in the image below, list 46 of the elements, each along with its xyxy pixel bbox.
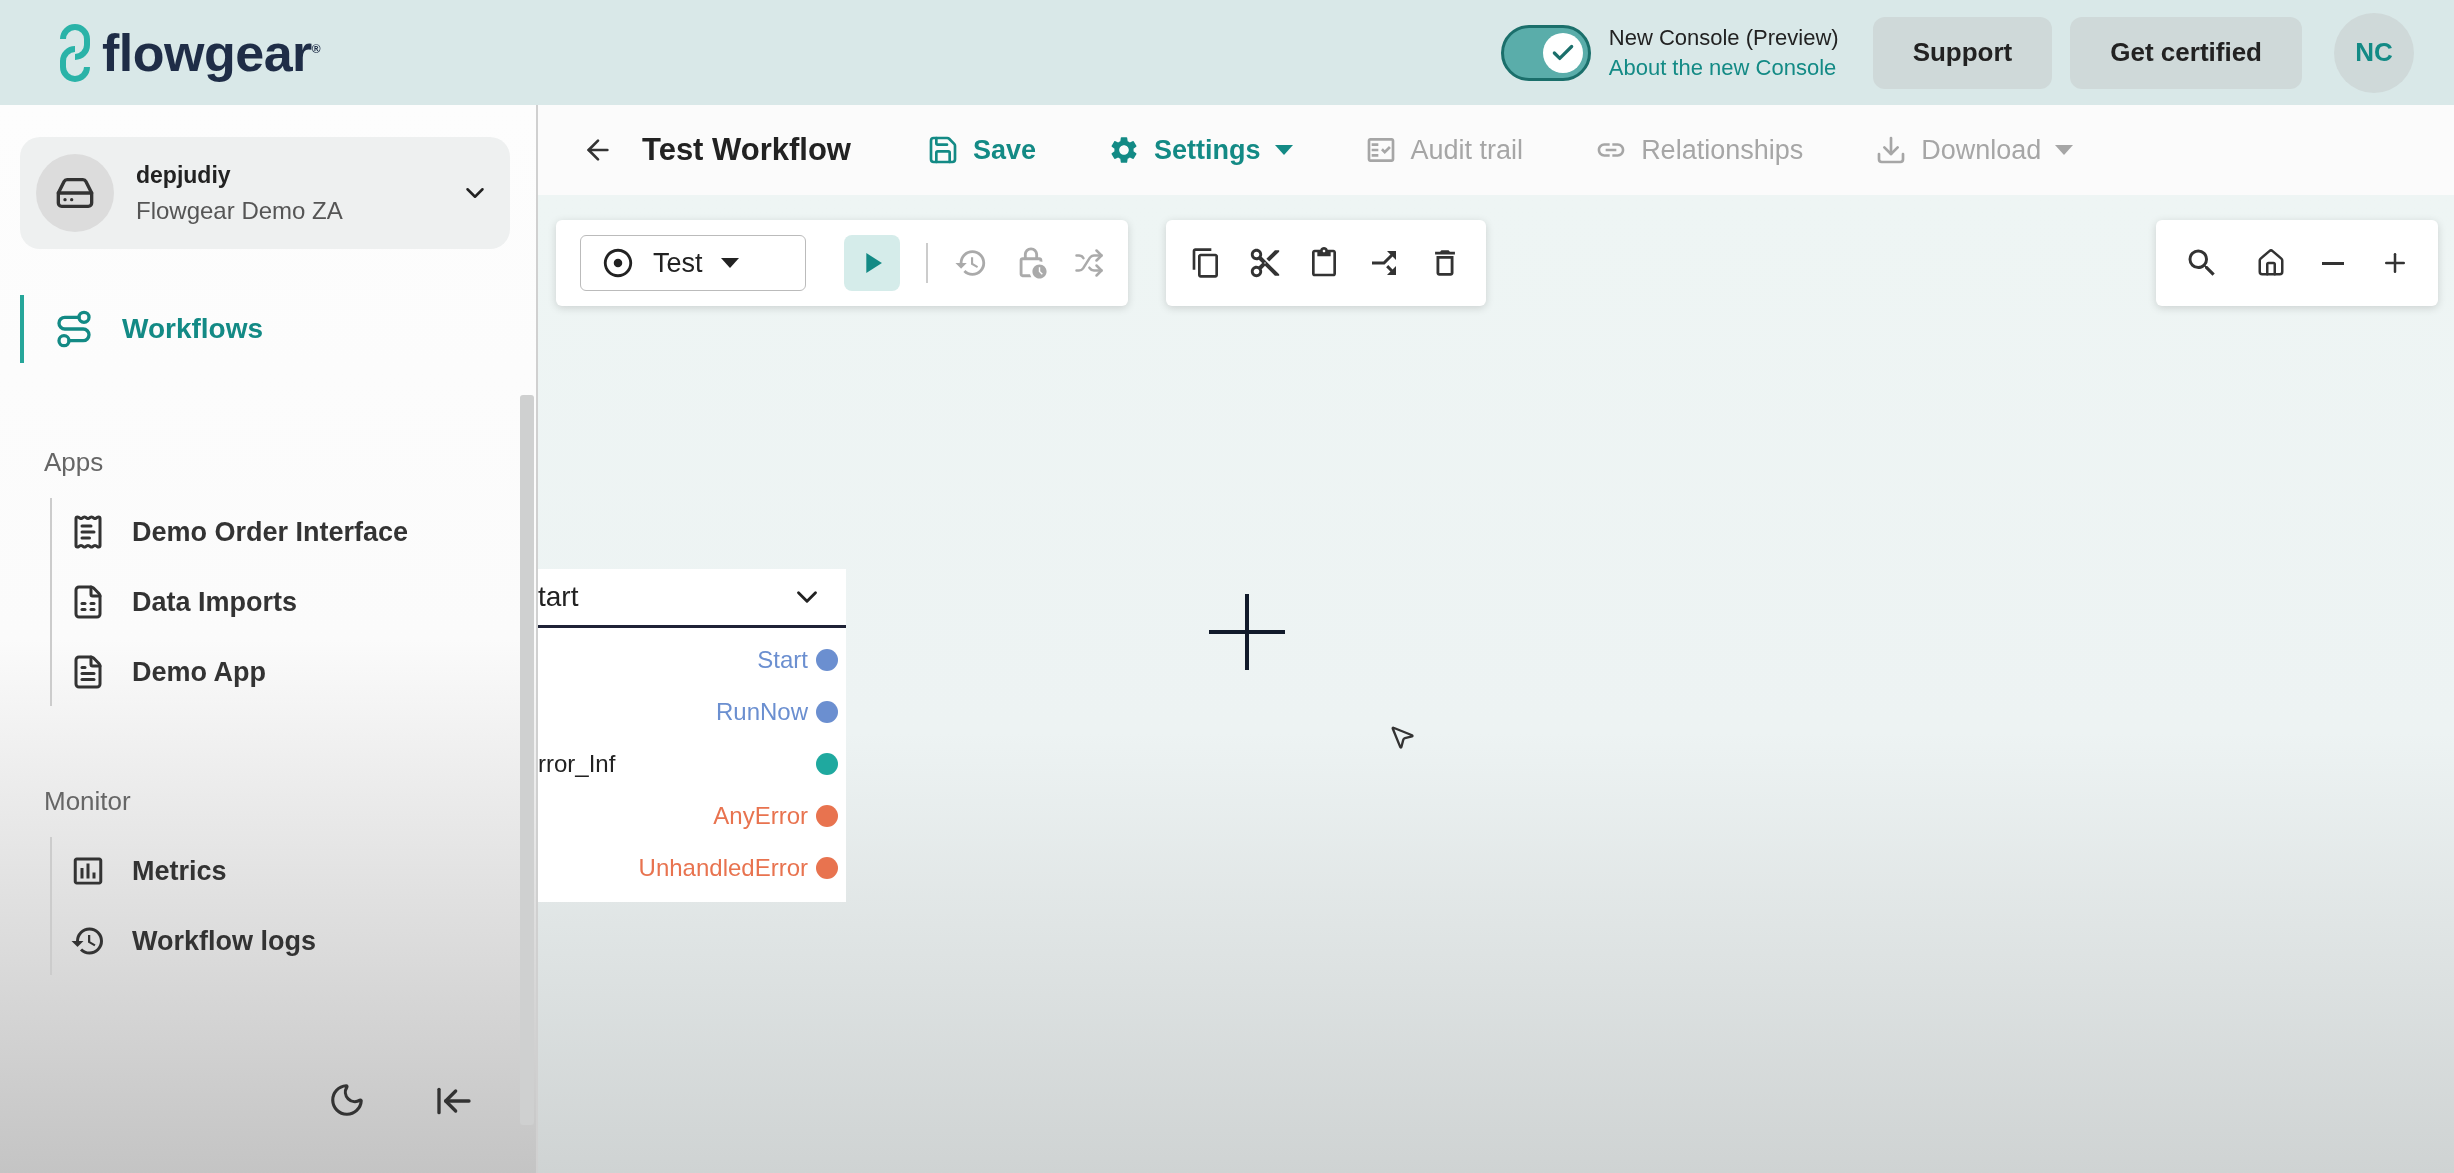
toolbar-action[interactable]: Settings (1108, 134, 1293, 166)
console-label: New Console (Preview) (1608, 24, 1839, 51)
account-switcher[interactable]: depjudiy Flowgear Demo ZA (20, 137, 510, 249)
save-icon (927, 134, 959, 166)
header-button[interactable]: Support (1872, 16, 2053, 89)
section-title: Monitor (44, 786, 132, 817)
port-dot[interactable] (816, 805, 838, 827)
route-icon (54, 309, 94, 349)
caret-icon (720, 258, 739, 268)
account-org: Flowgear Demo ZA (136, 196, 344, 225)
target-icon (601, 246, 635, 280)
console-toggle[interactable] (1500, 24, 1591, 81)
port-dot[interactable] (816, 649, 838, 671)
mode-select[interactable]: Test (580, 235, 806, 291)
port-label: RunNow (714, 698, 808, 726)
sidebar-item[interactable]: Metrics (52, 843, 227, 899)
sidebar-item[interactable]: Demo Order Interface (52, 504, 409, 560)
toolbar-action[interactable]: Save (927, 134, 1037, 166)
sidebar-item[interactable]: Data Imports (52, 574, 298, 630)
caret-icon (1274, 145, 1293, 155)
run-button[interactable] (844, 235, 900, 291)
sidebar-item[interactable]: Workflow logs (52, 913, 316, 969)
port-dot[interactable] (816, 701, 838, 723)
scrollbar[interactable] (520, 395, 534, 1125)
workflow-title: Test Workflow (642, 132, 851, 168)
port-dot[interactable] (816, 753, 838, 775)
port-label: UnhandledError (637, 854, 808, 882)
minus-icon (2322, 261, 2344, 265)
workflow-node[interactable]: tart Start RunNow rror_Inf AnyError UnhandledError (538, 569, 846, 902)
node-title: tart (538, 581, 579, 613)
port-label: Start (756, 646, 808, 674)
cut-button[interactable] (1248, 246, 1282, 280)
port-label: AnyError (712, 802, 808, 830)
crosshair-icon (1207, 592, 1287, 672)
sidebar-item[interactable]: Demo App (52, 644, 266, 700)
logo-icon (58, 22, 92, 83)
nav-item[interactable]: Workflows (20, 295, 264, 363)
account-name: depjudiy (136, 161, 232, 189)
header-button[interactable]: Get certified (2070, 16, 2302, 89)
logo-text: flowgear$^{®}$ (102, 22, 321, 83)
zoom-out-button[interactable] (2322, 261, 2344, 265)
home-button[interactable] (2256, 248, 2286, 278)
caret-icon (2055, 145, 2074, 155)
port-label: rror_Inf (538, 750, 617, 778)
section-title: Apps (44, 447, 105, 478)
port-dot[interactable] (816, 857, 838, 879)
